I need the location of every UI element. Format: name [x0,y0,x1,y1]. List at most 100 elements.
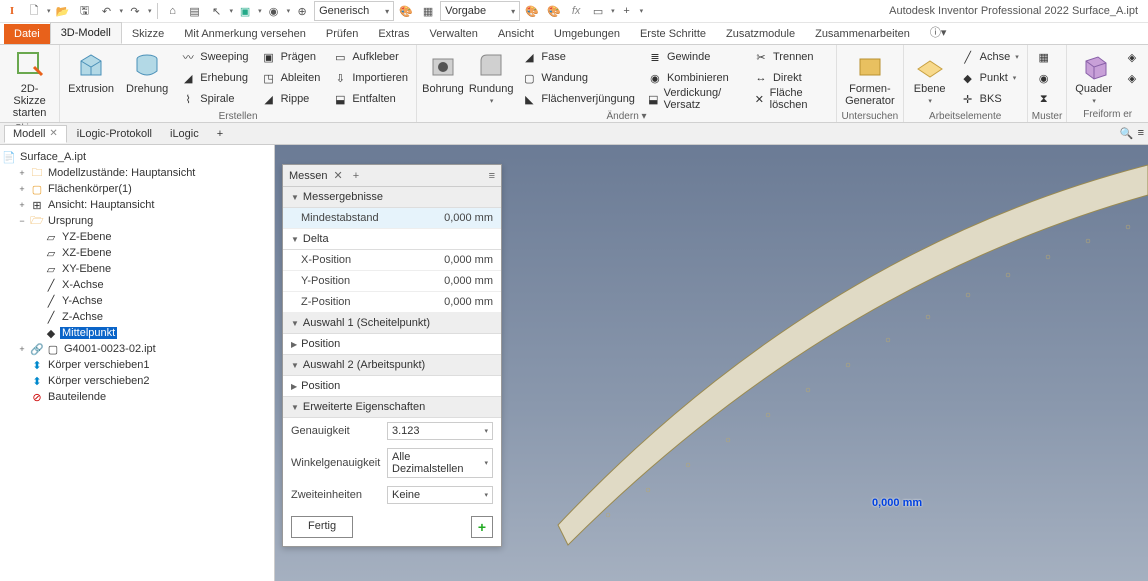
tree-item[interactable]: ⬍Körper verschieben1 [2,357,272,373]
new-icon[interactable]: 🗋 [24,1,44,21]
loeschen-button[interactable]: ✕Fläche löschen [749,89,832,109]
close-icon[interactable]: ✕ [49,128,57,139]
tree-item[interactable]: ⬍Körper verschieben2 [2,373,272,389]
plus-icon[interactable]: + [617,1,637,21]
color3-icon[interactable]: 🎨 [522,1,542,21]
tree-item[interactable]: +▢Flächenkörper(1) [2,181,272,197]
param-icon[interactable]: ▭ [588,1,608,21]
redo-icon[interactable]: ↷ [125,1,145,21]
appearance-icon[interactable]: ◉ [264,1,284,21]
spirale-button[interactable]: ⌇Spirale [176,89,252,109]
verdickung-button[interactable]: ⬓Verdickung/ Versatz [643,89,745,109]
quader-button[interactable]: Quader▾ [1071,47,1116,107]
winkel-select[interactable]: Alle Dezimalstellen▾ [387,448,493,478]
praegen-button[interactable]: ▣Prägen [257,47,325,67]
sphere-icon[interactable]: ⊕ [292,1,312,21]
bohrung-button[interactable]: Bohrung [421,47,465,97]
tab-datei[interactable]: Datei [4,24,50,44]
section-messergebnisse[interactable]: ▼Messergebnisse [283,187,501,208]
zweit-select[interactable]: Keine▾ [387,486,493,504]
tree-item[interactable]: ▱YZ-Ebene [2,229,272,245]
tree-item[interactable]: +🔗▢G4001-0023-02.ipt [2,341,272,357]
tree-item[interactable]: ╱Z-Achse [2,309,272,325]
flaechen-button[interactable]: ◣Flächenverjüngung [517,89,639,109]
formen-button[interactable]: Formen- Generator [841,47,899,109]
kombinieren-button[interactable]: ◉Kombinieren [643,68,745,88]
color1-icon[interactable]: 🎨 [396,1,416,21]
ff2-button[interactable]: ◈ [1120,68,1144,88]
section-erweitert[interactable]: ▼Erweiterte Eigenschaften [283,397,501,418]
tree-item[interactable]: −🗁Ursprung [2,213,272,229]
color2-icon[interactable]: ▦ [418,1,438,21]
tab-anmerkung[interactable]: Mit Anmerkung versehen [174,24,316,44]
importieren-button[interactable]: ⇩Importieren [328,68,412,88]
section-auswahl2[interactable]: ▼Auswahl 2 (Arbeitspunkt) [283,355,501,376]
appearance-combo[interactable]: Vorgabe▾ [440,1,520,21]
rippe-button[interactable]: ◢Rippe [257,89,325,109]
close-icon[interactable]: ✕ [334,169,343,182]
tab-zusammen[interactable]: Zusammenarbeiten [805,24,920,44]
gewinde-button[interactable]: ≣Gewinde [643,47,745,67]
tab-3d-modell[interactable]: 3D-Modell [50,22,122,44]
fertig-button[interactable]: Fertig [291,516,353,538]
undo-icon[interactable]: ↶ [97,1,117,21]
tab-verwalten[interactable]: Verwalten [420,24,488,44]
material-icon[interactable]: ▣ [235,1,255,21]
2d-sketch-button[interactable]: 2D-Skizze starten [4,47,55,121]
tree-item[interactable]: ╱Y-Achse [2,293,272,309]
tab-skizze[interactable]: Skizze [122,24,174,44]
trennen-button[interactable]: ✂Trennen [749,47,832,67]
fx-icon[interactable]: fx [566,1,586,21]
panel-menu-icon[interactable]: ≡ [489,170,495,182]
tree-item[interactable]: ▱XZ-Ebene [2,245,272,261]
tree-root[interactable]: 📄Surface_A.ipt [2,149,272,165]
section-auswahl1[interactable]: ▼Auswahl 1 (Scheitelpunkt) [283,313,501,334]
erhebung-button[interactable]: ◢Erhebung [176,68,252,88]
select-icon[interactable]: ↖ [207,1,227,21]
tab-zusatz[interactable]: Zusatzmodule [716,24,805,44]
home-icon[interactable]: ⌂ [163,1,183,21]
tab-umgebungen[interactable]: Umgebungen [544,24,630,44]
bks-button[interactable]: ✛BKS [956,89,1023,109]
pane-icon[interactable]: ▤ [185,1,205,21]
tab-ilogic-protokoll[interactable]: iLogic-Protokoll [69,126,160,142]
add-tab-icon[interactable]: + [353,170,359,182]
material-combo[interactable]: Generisch▾ [314,1,394,21]
section-delta[interactable]: ▼Delta [283,229,501,250]
tab-erste-schritte[interactable]: Erste Schritte [630,24,716,44]
ff1-button[interactable]: ◈ [1120,47,1144,67]
measure-header[interactable]: Messen ✕ + ≡ [283,165,501,187]
rundung-button[interactable]: Rundung▾ [469,47,513,107]
ableiten-button[interactable]: ◳Ableiten [257,68,325,88]
tab-extras[interactable]: Extras [368,24,419,44]
drehung-button[interactable]: Drehung [122,47,172,97]
wandung-button[interactable]: ▢Wandung [517,68,639,88]
tree-item[interactable]: ▱XY-Ebene [2,261,272,277]
tab-ansicht[interactable]: Ansicht [488,24,544,44]
tab-add[interactable]: + [209,126,231,142]
tab-pruefen[interactable]: Prüfen [316,24,368,44]
tree-mittelpunkt[interactable]: ◆Mittelpunkt [2,325,272,341]
ebene-button[interactable]: Ebene▾ [908,47,952,107]
tab-ilogic[interactable]: iLogic [162,126,207,142]
open-icon[interactable]: 📂 [53,1,73,21]
punkt-button[interactable]: ◆Punkt▾ [956,68,1023,88]
fase-button[interactable]: ◢Fase [517,47,639,67]
sweeping-button[interactable]: 〰Sweeping [176,47,252,67]
3d-viewport[interactable]: 0,000 mm Messen ✕ + ≡ ▼Messergebnisse Mi… [275,145,1148,581]
muster3-button[interactable]: ⧗ [1032,89,1056,109]
muster2-button[interactable]: ◉ [1032,68,1056,88]
menu-icon[interactable]: ≡ [1138,127,1144,140]
extrusion-button[interactable]: Extrusion [64,47,118,97]
section-auswahl1-pos[interactable]: ▶Position [283,334,501,355]
help-icon[interactable]: ⓘ▾ [920,20,957,44]
genauigkeit-select[interactable]: 3.123▾ [387,422,493,440]
tree-item[interactable]: +🗀Modellzustände: Hauptansicht [2,165,272,181]
achse-button[interactable]: ╱Achse▾ [956,47,1023,67]
entfalten-button[interactable]: ⬓Entfalten [328,89,412,109]
color4-icon[interactable]: 🎨 [544,1,564,21]
search-icon[interactable]: 🔍 [1120,127,1134,140]
save-icon[interactable]: 🖫 [75,1,95,21]
add-selection-button[interactable]: + [471,516,493,538]
tree-item[interactable]: ⊘Bauteilende [2,389,272,405]
